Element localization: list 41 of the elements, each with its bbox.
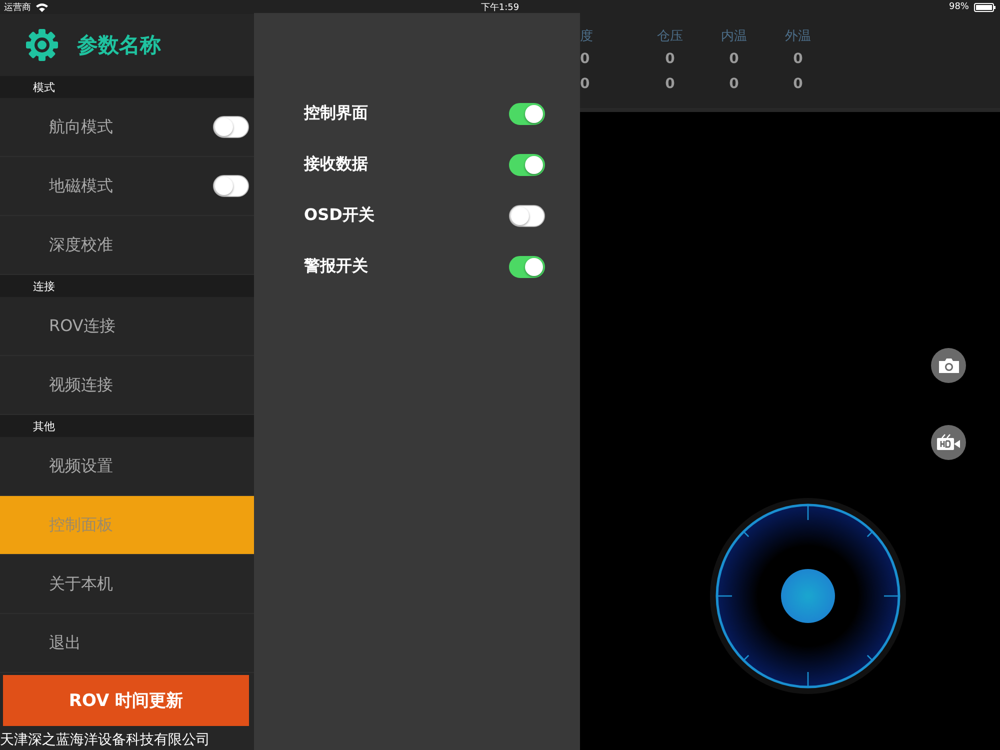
reading-value: 0 [580, 76, 590, 94]
reading-value: 0 [793, 51, 803, 69]
section-header: 连接 [33, 278, 55, 294]
reading-value: 0 [580, 51, 590, 69]
time-update-button[interactable]: ROV 时间更新 [3, 675, 249, 726]
sidebar-item[interactable]: 航向模式 [0, 98, 254, 157]
column-header: 外温 [785, 28, 811, 46]
switch-label: OSD开关 [304, 205, 374, 226]
battery-percent: 98% [948, 2, 969, 12]
company-name: 天津深之蓝海洋设备科技有限公司 [0, 731, 211, 750]
battery-icon [974, 2, 996, 12]
switch-label: 控制界面 [304, 103, 368, 124]
carrier-label: 运营商 [4, 2, 31, 14]
switch-label: 警报开关 [304, 256, 368, 277]
wifi-icon [36, 2, 48, 12]
sidebar-item[interactable]: 地磁模式 [0, 157, 254, 216]
toggle-switch[interactable] [509, 154, 545, 176]
toggle-switch[interactable] [213, 175, 249, 197]
reading-value: 0 [729, 51, 739, 69]
column-header: 内温 [721, 28, 747, 46]
gear-icon [25, 28, 59, 62]
toggle-switch[interactable] [509, 102, 545, 124]
section-header: 其他 [33, 418, 55, 434]
reading-value: 0 [665, 51, 675, 69]
column-header: 度 [580, 28, 593, 46]
camera-button[interactable] [931, 348, 966, 383]
column-header: 仓压 [657, 28, 683, 46]
panel-title: 参数名称 [77, 32, 161, 59]
video-camera-icon [936, 434, 960, 451]
toggle-switch[interactable] [509, 256, 545, 278]
toggle-switch[interactable] [509, 204, 545, 226]
toggle-switch[interactable] [213, 116, 249, 138]
reading-value: 0 [793, 76, 803, 94]
camera-icon [938, 358, 958, 373]
reading-value: 0 [729, 76, 739, 94]
clock-time: 下午1:59 [480, 2, 520, 14]
switch-label: 接收数据 [304, 154, 368, 175]
joystick-control[interactable] [708, 496, 908, 696]
record-button[interactable] [931, 425, 966, 460]
reading-value: 0 [665, 76, 675, 94]
section-header: 模式 [33, 80, 55, 94]
